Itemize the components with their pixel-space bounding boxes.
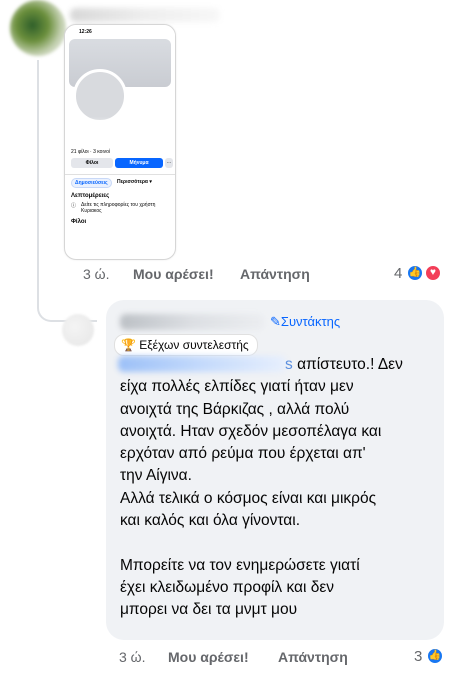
top-contributor-badge[interactable]: 🏆 Εξέχων συντελεστής — [114, 334, 258, 356]
reply-reaction-count[interactable]: 3 — [414, 648, 422, 665]
reaction-count[interactable]: 4 — [394, 265, 402, 282]
reply-body: απίστευτο.! Δεν είχα πολλές ελπίδες γιατ… — [120, 356, 403, 619]
pencil-icon: ✎ — [270, 314, 281, 329]
phone-more-button: ··· — [165, 158, 173, 168]
phone-profile-picture — [73, 69, 127, 123]
info-icon: ⓘ — [71, 203, 77, 209]
reply-time: 3 ώ. — [119, 649, 146, 665]
reply-action[interactable]: Απάντηση — [240, 266, 310, 282]
phone-details-title: Λεπτομέρειες — [71, 193, 110, 199]
top-contributor-label: Εξέχων συντελεστής — [139, 338, 249, 352]
phone-message-button: Μήνυμα — [115, 158, 163, 168]
like-action[interactable]: Μου αρέσει! — [133, 266, 214, 282]
commenter-name-redacted — [70, 8, 220, 22]
phone-name-redacted — [77, 122, 137, 134]
thread-line — [37, 60, 39, 300]
reply-author-name-redacted[interactable] — [120, 314, 265, 330]
reply-text: s απίστευτο.! Δεν είχα πολλές ελπίδες γι… — [120, 354, 440, 622]
phone-friends-label: Φίλοι — [85, 160, 99, 166]
phone-message-label: Μήνυμα — [129, 160, 149, 166]
comment-time: 3 ώ. — [83, 266, 110, 282]
reply-reply-action[interactable]: Απάντηση — [278, 649, 348, 665]
phone-friends-title: Φίλοι — [71, 219, 87, 225]
thread-connector — [37, 280, 97, 322]
phone-tab-more: Περισσότερα ▾ — [117, 179, 152, 185]
reply-like-action[interactable]: Μου αρέσει! — [168, 649, 249, 665]
reply-like-reaction-icon: 👍 — [426, 647, 444, 665]
love-reaction-icon: ♥ — [424, 264, 442, 282]
author-badge-label: Συντάκτης — [280, 314, 341, 329]
trophy-icon: 🏆 — [121, 338, 136, 352]
phone-tab-posts: Δημοσιεύσεις — [71, 178, 112, 188]
phone-friends-button: Φίλοι — [71, 158, 113, 168]
tagged-user-tail[interactable]: s — [285, 356, 293, 373]
phone-friend-stats: 21 φίλοι · 3 κοινοί — [71, 149, 110, 155]
phone-details-text: Δείτε τις πληροφορίες του χρήστη Κυριακο… — [81, 202, 156, 214]
like-reaction-icon: 👍 — [406, 264, 424, 282]
phone-divider — [65, 174, 175, 175]
author-badge: ✎Συντάκτης — [270, 314, 340, 330]
reply-author-avatar[interactable] — [62, 314, 94, 346]
phone-time: 12:26 — [79, 29, 92, 35]
commenter-avatar[interactable] — [10, 0, 66, 56]
attached-screenshot[interactable]: 12:26 21 φίλοι · 3 κοινοί Φίλοι Μήνυμα ·… — [64, 24, 176, 260]
